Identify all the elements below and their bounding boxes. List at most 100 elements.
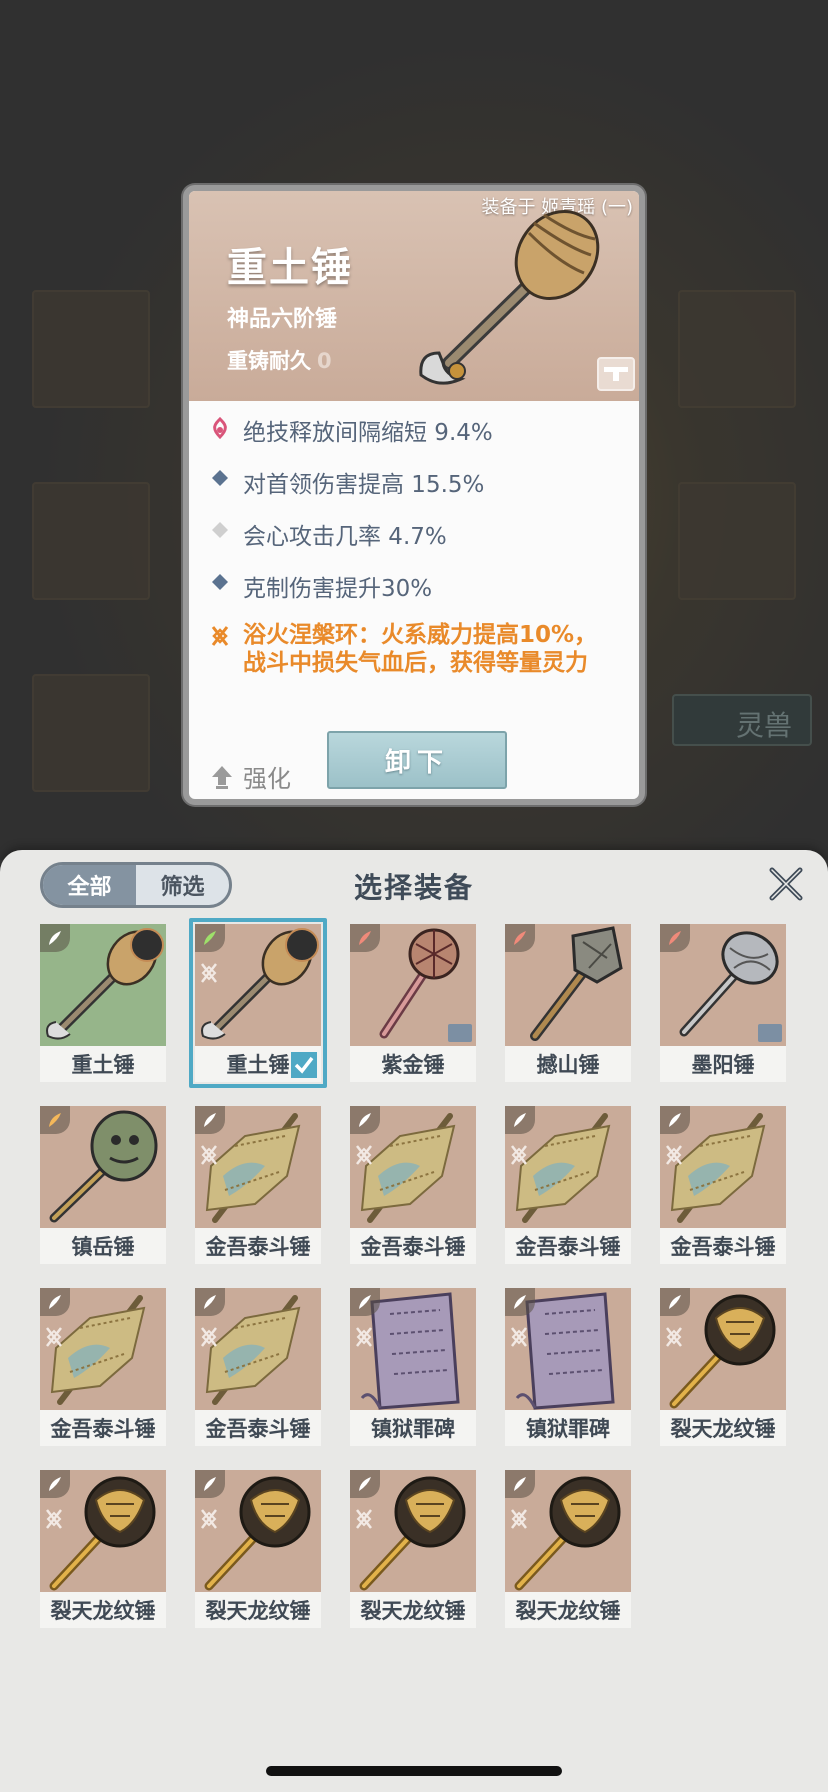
grade-feather-icon: [40, 924, 70, 952]
stat-row: 绝技释放间隔缩短 9.4%: [207, 413, 627, 447]
stat-text: 克制伤害提升30%: [243, 576, 433, 602]
unequip-button[interactable]: 卸下: [327, 731, 507, 789]
equipped-hero-avatar: [285, 928, 319, 962]
equipment-item[interactable]: 镇岳锤: [40, 1106, 166, 1266]
equipment-thumbnail: [195, 924, 321, 1046]
equipment-name: 重土锤: [40, 1046, 166, 1082]
equipment-name: 金吾泰斗锤: [660, 1228, 786, 1264]
item-grade: 神品六阶锤: [227, 307, 338, 332]
equipment-name: 裂天龙纹锤: [350, 1592, 476, 1628]
set-bonus-icon: [199, 1144, 219, 1170]
equipment-item[interactable]: 镇狱罪碑: [505, 1288, 631, 1448]
checkmark-icon: [291, 1052, 317, 1078]
equipment-name: 撼山锤: [505, 1046, 631, 1082]
grade-feather-icon: [505, 1288, 535, 1316]
equipment-item[interactable]: 镇狱罪碑: [350, 1288, 476, 1448]
stat-row: 会心攻击几率 4.7%: [207, 517, 627, 551]
equipment-item[interactable]: 金吾泰斗锤: [660, 1106, 786, 1266]
stat-row: 对首领伤害提高 15.5%: [207, 465, 627, 499]
set-bonus-icon: [199, 1326, 219, 1352]
equipment-select-panel: 全部 筛选 选择装备 重土锤 重土锤 紫金锤 撼山锤 墨阳锤 镇岳锤 金吾泰斗锤 金吾泰斗锤金…: [0, 850, 828, 1792]
flame-petal-icon: [207, 413, 233, 439]
item-name: 重土锤: [227, 245, 353, 291]
set-bonus-text: 浴火涅槃环：火系威力提高10%， 战斗中损失气血后，获得等量灵力: [243, 622, 598, 676]
equipment-item[interactable]: 金吾泰斗锤: [350, 1106, 476, 1266]
equipment-thumbnail: [350, 1288, 476, 1410]
set-bonus-icon: [207, 621, 233, 647]
equipment-thumbnail: [195, 1470, 321, 1592]
equipment-name: 镇狱罪碑: [505, 1410, 631, 1446]
grade-feather-icon: [505, 1106, 535, 1134]
lock-badge-icon[interactable]: [597, 357, 635, 391]
equipment-item[interactable]: 裂天龙纹锤: [350, 1470, 476, 1630]
grade-feather-icon: [660, 1288, 690, 1316]
reforge-durability: 重铸耐久 0: [227, 345, 332, 375]
stat-row: 克制伤害提升30%: [207, 569, 627, 603]
stat-text: 对首领伤害提高 15.5%: [243, 472, 485, 498]
equipment-item[interactable]: 重土锤: [40, 924, 166, 1084]
set-bonus-icon: [354, 1144, 374, 1170]
equipment-thumbnail: [195, 1288, 321, 1410]
set-bonus-icon: [199, 1508, 219, 1534]
durability-label: 重铸耐久: [227, 349, 311, 373]
equipment-item[interactable]: 金吾泰斗锤: [195, 1106, 321, 1266]
equipment-name: 裂天龙纹锤: [40, 1592, 166, 1628]
equipment-item[interactable]: 撼山锤: [505, 924, 631, 1084]
equipment-name: 镇狱罪碑: [350, 1410, 476, 1446]
grade-feather-icon: [40, 1288, 70, 1316]
grade-feather-icon: [350, 1288, 380, 1316]
equipment-item[interactable]: 重土锤: [189, 918, 327, 1088]
grade-feather-icon: [40, 1106, 70, 1134]
upgrade-button[interactable]: 强化: [211, 759, 291, 794]
set-bonus-icon: [664, 1144, 684, 1170]
stats-list: 绝技释放间隔缩短 9.4% 对首领伤害提高 15.5% 会心攻击几率 4.7% …: [207, 413, 627, 695]
grade-feather-icon: [350, 1470, 380, 1498]
grade-feather-icon: [505, 1470, 535, 1498]
grade-feather-icon: [660, 1106, 690, 1134]
equipment-name: 金吾泰斗锤: [40, 1410, 166, 1446]
set-bonus-icon: [44, 1508, 64, 1534]
equipment-item[interactable]: 紫金锤: [350, 924, 476, 1084]
equipment-item[interactable]: 裂天龙纹锤: [40, 1470, 166, 1630]
equipment-name: 金吾泰斗锤: [350, 1228, 476, 1264]
set-bonus-icon: [664, 1326, 684, 1352]
blue-diamond-icon: [207, 569, 233, 591]
equipment-item[interactable]: 金吾泰斗锤: [40, 1288, 166, 1448]
close-icon[interactable]: [766, 864, 806, 904]
equipment-name: 金吾泰斗锤: [505, 1228, 631, 1264]
blue-diamond-icon: [207, 465, 233, 487]
grade-feather-icon: [195, 1470, 225, 1498]
equipment-thumbnail: [350, 924, 476, 1046]
equipment-thumbnail: [505, 924, 631, 1046]
equipment-thumbnail: [40, 1288, 166, 1410]
equipment-item[interactable]: 金吾泰斗锤: [195, 1288, 321, 1448]
grade-feather-icon: [195, 1288, 225, 1316]
durability-value: 0: [317, 349, 332, 373]
equipment-item[interactable]: 裂天龙纹锤: [660, 1288, 786, 1448]
grade-feather-icon: [40, 1470, 70, 1498]
equipment-thumbnail: [505, 1288, 631, 1410]
white-diamond-icon: [207, 517, 233, 539]
equipment-thumbnail: [660, 1288, 786, 1410]
grade-feather-icon: [195, 924, 225, 952]
equipment-item[interactable]: 金吾泰斗锤: [505, 1106, 631, 1266]
up-arrow-icon: [212, 765, 232, 789]
equipment-item[interactable]: 裂天龙纹锤: [195, 1470, 321, 1630]
equipment-name: 金吾泰斗锤: [195, 1228, 321, 1264]
equipment-thumbnail: [505, 1106, 631, 1228]
set-bonus-icon: [509, 1508, 529, 1534]
grade-feather-icon: [505, 924, 535, 952]
card-footer: 强化 卸下: [189, 711, 639, 799]
hammer-artwork-icon: [419, 209, 600, 385]
equipment-name: 镇岳锤: [40, 1228, 166, 1264]
equipment-thumbnail: [660, 924, 786, 1046]
grade-feather-icon: [350, 1106, 380, 1134]
panel-title: 选择装备: [353, 871, 474, 904]
equipment-grid: 重土锤 重土锤 紫金锤 撼山锤 墨阳锤 镇岳锤 金吾泰斗锤 金吾泰斗锤 金吾泰斗锤 金吾泰斗锤 金吾…: [40, 918, 800, 1630]
set-bonus-icon: [44, 1326, 64, 1352]
equipment-item[interactable]: 墨阳锤: [660, 924, 786, 1084]
equipment-item[interactable]: 裂天龙纹锤: [505, 1470, 631, 1630]
equipped-hero-avatar: [130, 928, 164, 962]
set-bonus-icon: [354, 1326, 374, 1352]
equipment-thumbnail: [40, 1106, 166, 1228]
